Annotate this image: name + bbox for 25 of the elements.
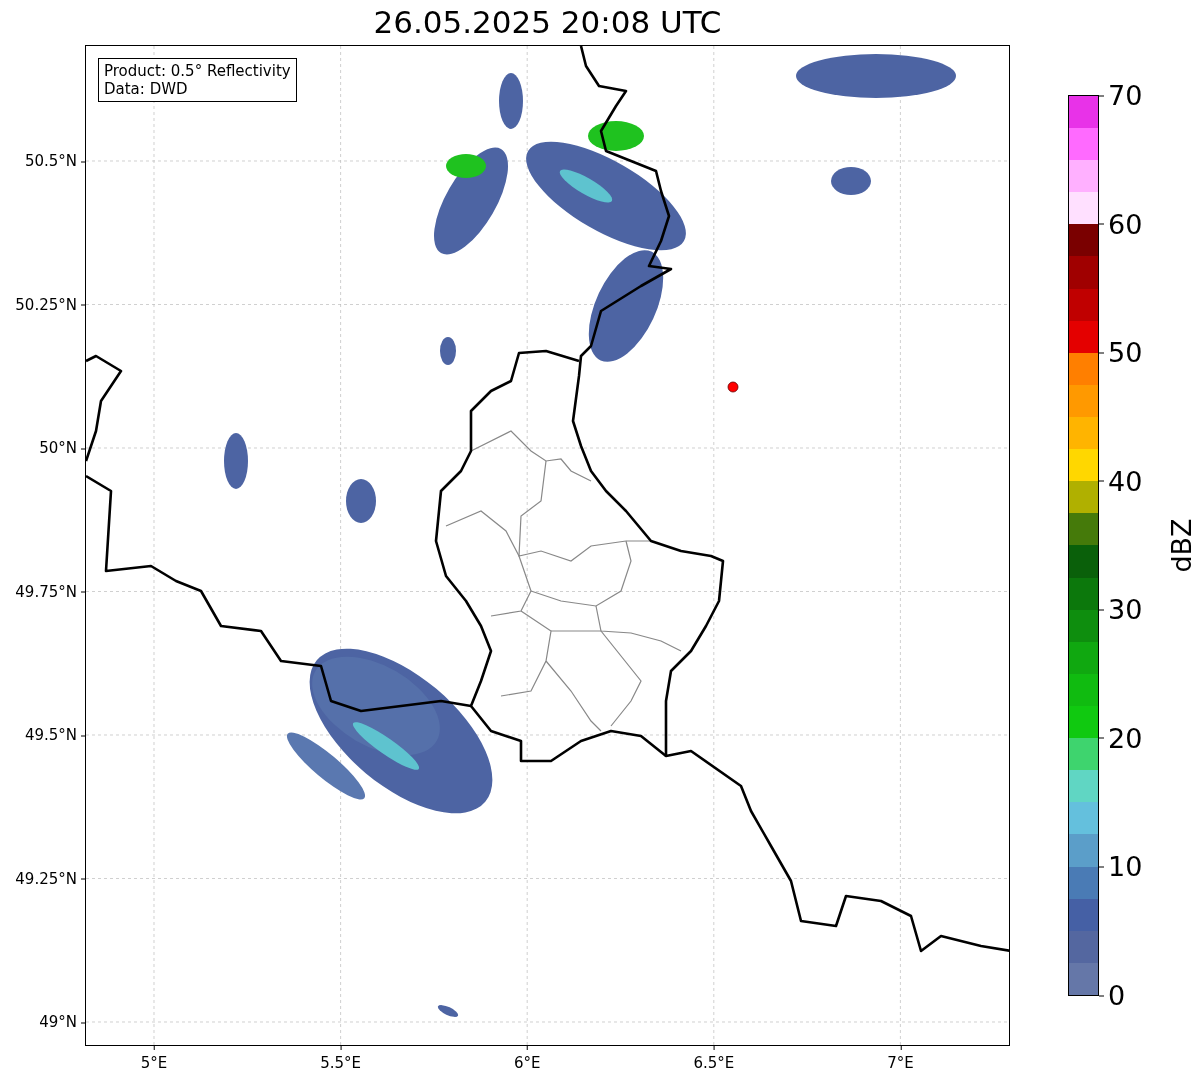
colorbar-tick-label: 10 xyxy=(1099,852,1143,880)
info-text: Product: 0.5° Reflectivity xyxy=(104,62,291,80)
longitude-label: 6°E xyxy=(513,1046,541,1071)
longitude-label: 5°E xyxy=(140,1046,168,1071)
colorbar-tick-label: 20 xyxy=(1099,724,1143,752)
longitude-label: 6.5°E xyxy=(693,1046,735,1071)
colorbar-tick-label: 60 xyxy=(1099,210,1143,238)
colorbar-tick-label: 0 xyxy=(1099,981,1126,1009)
latitude-label: 50°N xyxy=(39,440,85,456)
latitude-label: 50.5°N xyxy=(24,153,85,169)
colorbar-label: dBZ xyxy=(1167,518,1195,573)
location-marker xyxy=(727,381,739,393)
colorbar-tick-label: 40 xyxy=(1099,467,1143,495)
colorbar-tick-label: 50 xyxy=(1099,338,1143,366)
latitude-label: 49°N xyxy=(39,1014,85,1030)
latitude-label: 49.25°N xyxy=(15,871,85,886)
map-title: 26.05.2025 20:08 UTC xyxy=(373,7,722,38)
latitude-label: 49.75°N xyxy=(15,584,85,599)
longitude-label: 7°E xyxy=(887,1046,914,1071)
info-text: Data: DWD xyxy=(104,80,189,98)
colorbar-tick-label: 70 xyxy=(1099,81,1143,109)
longitude-label: 5.5°E xyxy=(320,1046,361,1071)
latitude-label: 50.25°N xyxy=(15,297,85,312)
colorbar-tick-label: 30 xyxy=(1099,595,1143,623)
latitude-label: 49.5°N xyxy=(24,727,85,743)
